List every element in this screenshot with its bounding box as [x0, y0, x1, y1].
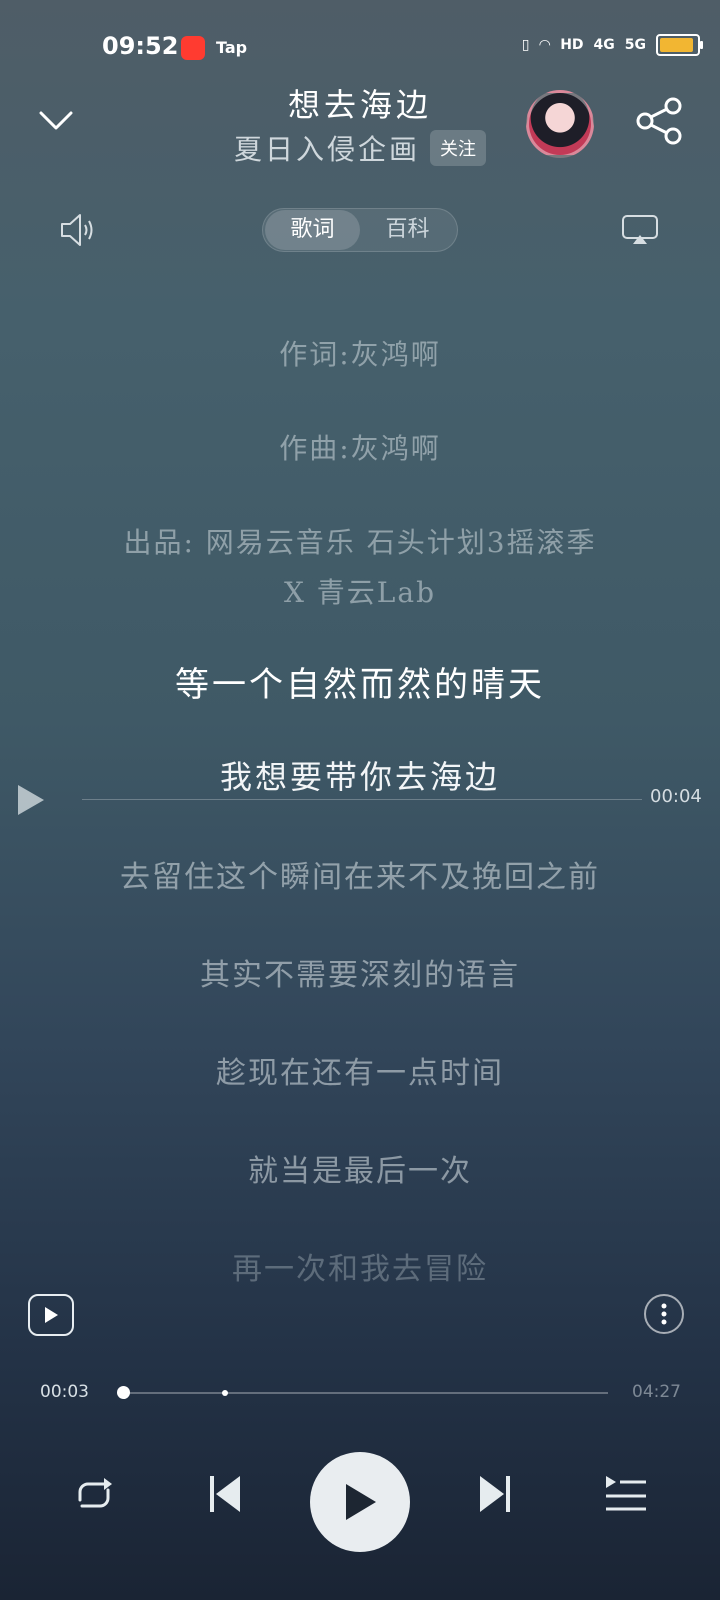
lyric-line[interactable]: 就当是最后一次: [0, 1146, 720, 1190]
volume-icon[interactable]: [58, 210, 98, 250]
artist-name[interactable]: 夏日入侵企画: [234, 128, 420, 168]
next-icon: [480, 1476, 510, 1512]
progress-marker: [222, 1390, 228, 1396]
total-time: 04:27: [632, 1382, 681, 1402]
signal-4g-label: 4G: [593, 37, 615, 53]
lyric-seek-line: [82, 799, 642, 800]
lyric-credit-producer-2: X 青云Lab: [283, 576, 437, 609]
play-button[interactable]: [310, 1452, 410, 1552]
lyric-credit-lyricist: 作词:灰鸿啊: [279, 338, 441, 371]
video-button[interactable]: [28, 1294, 74, 1336]
more-options-button[interactable]: [644, 1294, 684, 1334]
current-time: 00:03: [40, 1382, 89, 1402]
tap-app-label: Tap: [216, 38, 248, 57]
lyric-line[interactable]: 去留住这个瞬间在来不及挽回之前: [0, 852, 720, 896]
play-icon: [45, 1307, 58, 1323]
playlist-icon: [606, 1476, 646, 1511]
lyric-seek-play-icon[interactable]: [16, 784, 46, 816]
airplay-icon[interactable]: [620, 210, 660, 250]
share-icon[interactable]: [635, 96, 685, 146]
song-title: 想去海边: [287, 86, 432, 124]
lyric-seek-time: 00:04: [650, 786, 702, 807]
lyrics-wiki-toggle: 歌词 百科: [262, 208, 458, 252]
lyrics-panel: 作词:灰鸿啊 作曲:灰鸿啊 出品: 网易云音乐 石头计划3摇滚季 X 青云Lab…: [0, 320, 720, 1288]
hd-label: HD: [560, 37, 584, 53]
progress-track[interactable]: [118, 1392, 608, 1394]
more-vertical-icon: [661, 1303, 667, 1325]
lyric-line[interactable]: 趁现在还有一点时间: [0, 1048, 720, 1092]
lyric-line-seek[interactable]: 我想要带你去海边: [0, 752, 720, 798]
wifi-icon: ◠: [539, 37, 551, 53]
artist-row: 夏日入侵企画 关注: [0, 128, 720, 168]
playlist-button[interactable]: [598, 1466, 654, 1522]
repeat-icon: [78, 1478, 112, 1508]
previous-button[interactable]: [196, 1466, 252, 1522]
battery-icon: [656, 34, 703, 56]
lyric-credit-composer: 作曲:灰鸿啊: [279, 432, 441, 465]
previous-icon: [210, 1476, 240, 1512]
artist-avatar[interactable]: [526, 90, 594, 158]
repeat-button[interactable]: [66, 1466, 122, 1522]
lyric-line[interactable]: 其实不需要深刻的语言: [0, 950, 720, 994]
lyric-credit-producer: 出品: 网易云音乐 石头计划3摇滚季: [123, 526, 597, 559]
lyric-line-current[interactable]: 等一个自然而然的晴天: [0, 657, 720, 706]
follow-button[interactable]: 关注: [430, 130, 486, 166]
status-icons: ▯ ◠ HD 4G 5G: [521, 34, 703, 56]
tab-wiki[interactable]: 百科: [360, 210, 455, 250]
signal-5g-label: 5G: [624, 37, 646, 53]
play-icon: [346, 1484, 376, 1520]
next-button[interactable]: [468, 1466, 524, 1522]
progress-knob[interactable]: [117, 1386, 131, 1399]
vibrate-icon: ▯: [521, 37, 530, 53]
status-time: 09:52: [102, 32, 179, 60]
baidu-app-icon: [181, 36, 205, 60]
lyric-line-faded[interactable]: 再一次和我去冒险: [0, 1244, 720, 1288]
tab-lyrics[interactable]: 歌词: [265, 210, 360, 250]
